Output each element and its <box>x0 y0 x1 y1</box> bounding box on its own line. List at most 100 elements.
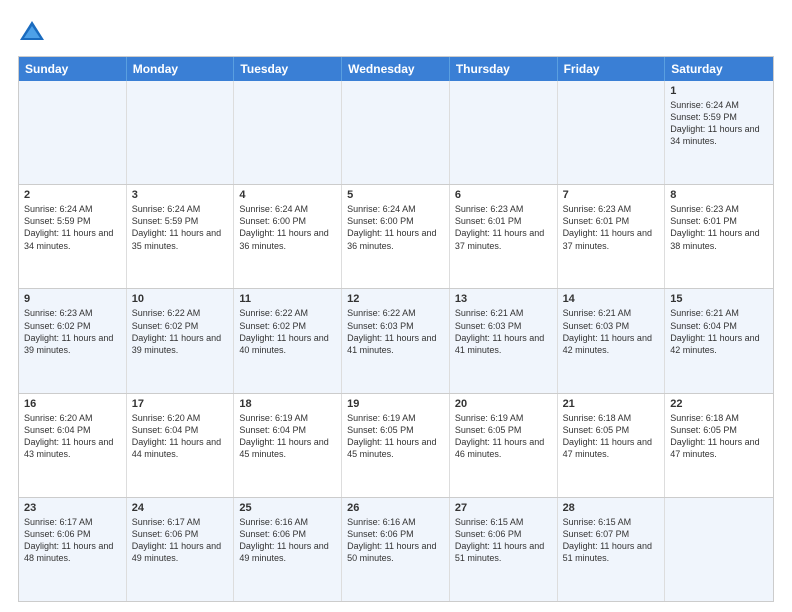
cell-info: Sunrise: 6:22 AM Sunset: 6:02 PM Dayligh… <box>239 307 336 356</box>
header-day-wednesday: Wednesday <box>342 57 450 81</box>
logo-icon <box>18 18 46 46</box>
cal-cell-r0-c3 <box>342 81 450 184</box>
header-day-tuesday: Tuesday <box>234 57 342 81</box>
cell-info: Sunrise: 6:21 AM Sunset: 6:04 PM Dayligh… <box>670 307 768 356</box>
cell-info: Sunrise: 6:15 AM Sunset: 6:06 PM Dayligh… <box>455 516 552 565</box>
cal-cell-r1-c5: 7 Sunrise: 6:23 AM Sunset: 6:01 PM Daylig… <box>558 185 666 288</box>
cal-cell-r3-c4: 20 Sunrise: 6:19 AM Sunset: 6:05 PM Dayli… <box>450 394 558 497</box>
cell-info: Sunrise: 6:22 AM Sunset: 6:02 PM Dayligh… <box>132 307 229 356</box>
day-number: 18 <box>239 398 336 410</box>
cell-info: Sunrise: 6:20 AM Sunset: 6:04 PM Dayligh… <box>24 412 121 461</box>
day-number: 13 <box>455 293 552 305</box>
cal-cell-r4-c3: 26Sunrise: 6:16 AM Sunset: 6:06 PM Dayli… <box>342 498 450 601</box>
calendar-row-2: 9 Sunrise: 6:23 AM Sunset: 6:02 PM Daylig… <box>19 288 773 392</box>
cell-info: Sunrise: 6:24 AM Sunset: 5:59 PM Dayligh… <box>132 203 229 252</box>
cell-info: Sunrise: 6:20 AM Sunset: 6:04 PM Dayligh… <box>132 412 229 461</box>
day-number: 28 <box>563 502 660 514</box>
cal-cell-r1-c3: 5 Sunrise: 6:24 AM Sunset: 6:00 PM Daylig… <box>342 185 450 288</box>
day-number: 10 <box>132 293 229 305</box>
day-number: 1 <box>670 85 768 97</box>
calendar-row-4: 23 Sunrise: 6:17 AM Sunset: 6:06 PM Dayli… <box>19 497 773 601</box>
day-number: 9 <box>24 293 121 305</box>
cell-info: Sunrise: 6:23 AM Sunset: 6:01 PM Dayligh… <box>670 203 768 252</box>
header-day-thursday: Thursday <box>450 57 558 81</box>
day-number: 12 <box>347 293 444 305</box>
cell-info: Sunrise: 6:16 AM Sunset: 6:06 PM Dayligh… <box>239 516 336 565</box>
cal-cell-r1-c1: 3 Sunrise: 6:24 AM Sunset: 5:59 PM Daylig… <box>127 185 235 288</box>
cal-cell-r0-c1 <box>127 81 235 184</box>
cell-info: Sunrise: 6:21 AM Sunset: 6:03 PM Dayligh… <box>563 307 660 356</box>
cal-cell-r4-c6 <box>665 498 773 601</box>
day-number: 3 <box>132 189 229 201</box>
calendar-row-1: 2Sunrise: 6:24 AM Sunset: 5:59 PM Daylig… <box>19 184 773 288</box>
cell-info: Sunrise: 6:21 AM Sunset: 6:03 PM Dayligh… <box>455 307 552 356</box>
day-number: 5 <box>347 189 444 201</box>
cal-cell-r0-c6: 1 Sunrise: 6:24 AM Sunset: 5:59 PM Daylig… <box>665 81 773 184</box>
cal-cell-r2-c6: 15Sunrise: 6:21 AM Sunset: 6:04 PM Dayli… <box>665 289 773 392</box>
cal-cell-r0-c5 <box>558 81 666 184</box>
cal-cell-r3-c1: 17 Sunrise: 6:20 AM Sunset: 6:04 PM Dayli… <box>127 394 235 497</box>
cal-cell-r3-c0: 16 Sunrise: 6:20 AM Sunset: 6:04 PM Dayli… <box>19 394 127 497</box>
day-number: 27 <box>455 502 552 514</box>
cal-cell-r2-c3: 12Sunrise: 6:22 AM Sunset: 6:03 PM Dayli… <box>342 289 450 392</box>
cal-cell-r1-c2: 4 Sunrise: 6:24 AM Sunset: 6:00 PM Daylig… <box>234 185 342 288</box>
cal-cell-r4-c2: 25 Sunrise: 6:16 AM Sunset: 6:06 PM Dayli… <box>234 498 342 601</box>
cell-info: Sunrise: 6:15 AM Sunset: 6:07 PM Dayligh… <box>563 516 660 565</box>
day-number: 20 <box>455 398 552 410</box>
cal-cell-r2-c1: 10 Sunrise: 6:22 AM Sunset: 6:02 PM Dayli… <box>127 289 235 392</box>
cell-info: Sunrise: 6:18 AM Sunset: 6:05 PM Dayligh… <box>563 412 660 461</box>
cell-info: Sunrise: 6:24 AM Sunset: 5:59 PM Dayligh… <box>670 99 768 148</box>
cal-cell-r2-c5: 14 Sunrise: 6:21 AM Sunset: 6:03 PM Dayli… <box>558 289 666 392</box>
logo <box>18 18 50 46</box>
cal-cell-r2-c4: 13 Sunrise: 6:21 AM Sunset: 6:03 PM Dayli… <box>450 289 558 392</box>
cal-cell-r1-c0: 2Sunrise: 6:24 AM Sunset: 5:59 PM Daylig… <box>19 185 127 288</box>
cell-info: Sunrise: 6:24 AM Sunset: 6:00 PM Dayligh… <box>239 203 336 252</box>
header-day-friday: Friday <box>558 57 666 81</box>
cell-info: Sunrise: 6:17 AM Sunset: 6:06 PM Dayligh… <box>132 516 229 565</box>
cell-info: Sunrise: 6:24 AM Sunset: 6:00 PM Dayligh… <box>347 203 444 252</box>
day-number: 21 <box>563 398 660 410</box>
day-number: 19 <box>347 398 444 410</box>
cal-cell-r4-c1: 24 Sunrise: 6:17 AM Sunset: 6:06 PM Dayli… <box>127 498 235 601</box>
calendar: SundayMondayTuesdayWednesdayThursdayFrid… <box>18 56 774 602</box>
header-day-saturday: Saturday <box>665 57 773 81</box>
cell-info: Sunrise: 6:17 AM Sunset: 6:06 PM Dayligh… <box>24 516 121 565</box>
day-number: 22 <box>670 398 768 410</box>
cal-cell-r3-c6: 22Sunrise: 6:18 AM Sunset: 6:05 PM Dayli… <box>665 394 773 497</box>
cal-cell-r2-c0: 9 Sunrise: 6:23 AM Sunset: 6:02 PM Daylig… <box>19 289 127 392</box>
cell-info: Sunrise: 6:19 AM Sunset: 6:05 PM Dayligh… <box>347 412 444 461</box>
cal-cell-r1-c4: 6 Sunrise: 6:23 AM Sunset: 6:01 PM Daylig… <box>450 185 558 288</box>
cell-info: Sunrise: 6:19 AM Sunset: 6:05 PM Dayligh… <box>455 412 552 461</box>
cell-info: Sunrise: 6:23 AM Sunset: 6:02 PM Dayligh… <box>24 307 121 356</box>
day-number: 25 <box>239 502 336 514</box>
day-number: 8 <box>670 189 768 201</box>
cal-cell-r4-c0: 23 Sunrise: 6:17 AM Sunset: 6:06 PM Dayli… <box>19 498 127 601</box>
cal-cell-r3-c3: 19 Sunrise: 6:19 AM Sunset: 6:05 PM Dayli… <box>342 394 450 497</box>
cal-cell-r2-c2: 11Sunrise: 6:22 AM Sunset: 6:02 PM Dayli… <box>234 289 342 392</box>
header-day-sunday: Sunday <box>19 57 127 81</box>
day-number: 26 <box>347 502 444 514</box>
calendar-body: 1 Sunrise: 6:24 AM Sunset: 5:59 PM Daylig… <box>19 81 773 601</box>
page: SundayMondayTuesdayWednesdayThursdayFrid… <box>0 0 792 612</box>
cal-cell-r3-c5: 21 Sunrise: 6:18 AM Sunset: 6:05 PM Dayli… <box>558 394 666 497</box>
cell-info: Sunrise: 6:23 AM Sunset: 6:01 PM Dayligh… <box>455 203 552 252</box>
day-number: 7 <box>563 189 660 201</box>
header-day-monday: Monday <box>127 57 235 81</box>
cal-cell-r0-c0 <box>19 81 127 184</box>
day-number: 6 <box>455 189 552 201</box>
day-number: 23 <box>24 502 121 514</box>
cell-info: Sunrise: 6:19 AM Sunset: 6:04 PM Dayligh… <box>239 412 336 461</box>
day-number: 16 <box>24 398 121 410</box>
cell-info: Sunrise: 6:23 AM Sunset: 6:01 PM Dayligh… <box>563 203 660 252</box>
header <box>18 18 774 46</box>
cal-cell-r0-c4 <box>450 81 558 184</box>
calendar-header: SundayMondayTuesdayWednesdayThursdayFrid… <box>19 57 773 81</box>
cal-cell-r4-c4: 27 Sunrise: 6:15 AM Sunset: 6:06 PM Dayli… <box>450 498 558 601</box>
cal-cell-r3-c2: 18 Sunrise: 6:19 AM Sunset: 6:04 PM Dayli… <box>234 394 342 497</box>
day-number: 24 <box>132 502 229 514</box>
day-number: 4 <box>239 189 336 201</box>
cal-cell-r4-c5: 28 Sunrise: 6:15 AM Sunset: 6:07 PM Dayli… <box>558 498 666 601</box>
day-number: 14 <box>563 293 660 305</box>
day-number: 17 <box>132 398 229 410</box>
cal-cell-r1-c6: 8 Sunrise: 6:23 AM Sunset: 6:01 PM Daylig… <box>665 185 773 288</box>
